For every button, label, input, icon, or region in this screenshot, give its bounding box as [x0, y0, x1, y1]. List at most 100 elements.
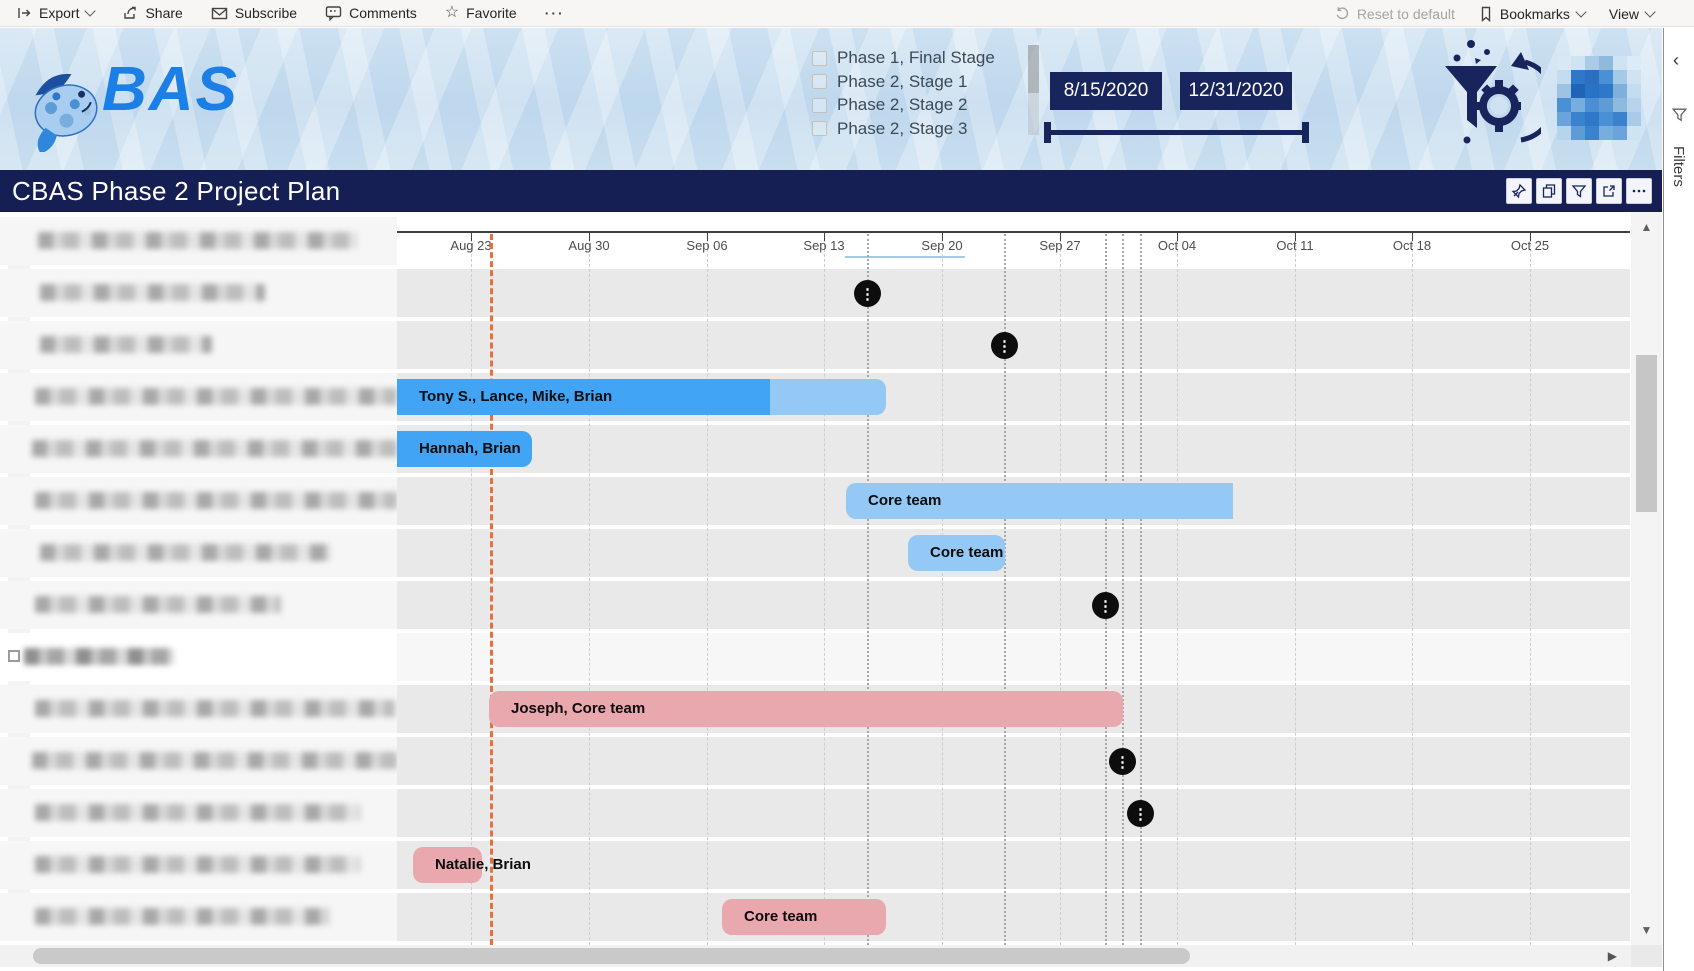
avatar-pixel: [1557, 84, 1571, 98]
legend-row: Phase 2, Stage 2: [812, 95, 967, 115]
task-label-redacted[interactable]: [24, 648, 174, 665]
export-label: Export: [39, 5, 79, 21]
subscribe-label: Subscribe: [235, 5, 297, 21]
task-label-redacted[interactable]: [35, 804, 360, 821]
gantt-bar-label: Core team: [868, 483, 941, 519]
gantt-bar-label: Natalie, Brian: [435, 847, 531, 883]
visual-more-options-button[interactable]: [1626, 178, 1652, 204]
phase-checkbox[interactable]: [812, 74, 827, 89]
filters-pane-collapsed: ‹ Filters: [1663, 28, 1694, 971]
scroll-down-arrow[interactable]: ▼: [1631, 923, 1662, 937]
task-label-redacted[interactable]: [35, 388, 397, 405]
top-toolbar: Export Share Subscribe: [0, 0, 1694, 27]
task-label-redacted[interactable]: [38, 232, 358, 249]
avatar-pixel: [1571, 98, 1585, 112]
gantt-bar-label: Joseph, Core team: [511, 691, 645, 727]
avatar-pixel: [1599, 112, 1613, 126]
copy-icon: [1541, 183, 1557, 199]
focus-mode-button[interactable]: [1596, 178, 1622, 204]
date-range-slider[interactable]: [1046, 130, 1306, 135]
scroll-up-arrow[interactable]: ▲: [1631, 220, 1662, 234]
milestone-guide-line: [1140, 234, 1142, 945]
legend-scrollbar-thumb[interactable]: [1028, 45, 1039, 93]
bookmarks-label: Bookmarks: [1500, 6, 1570, 22]
axis-tick-label: Aug 30: [568, 238, 609, 253]
ellipsis-icon: [1631, 183, 1647, 199]
export-menu[interactable]: Export: [16, 5, 94, 21]
task-label-redacted[interactable]: [32, 440, 397, 457]
reset-to-default-button[interactable]: Reset to default: [1335, 6, 1455, 22]
subscribe-button[interactable]: Subscribe: [211, 5, 297, 21]
phase-checkbox[interactable]: [812, 51, 827, 66]
chart-row-band: [397, 737, 1630, 785]
avatar-pixel: [1627, 70, 1641, 84]
milestone-guide-line: [867, 234, 869, 945]
pin-visual-button[interactable]: [1506, 178, 1532, 204]
task-label-redacted[interactable]: [40, 284, 265, 301]
week-gridline: [1412, 234, 1413, 945]
task-label-redacted[interactable]: [32, 752, 397, 769]
pixelated-avatar: [1557, 56, 1641, 140]
logo-text: BAS: [102, 54, 239, 125]
milestone-icon[interactable]: ⋮: [1109, 748, 1136, 775]
chevron-down-icon: [1644, 6, 1655, 17]
axis-tick-label: Aug 23: [450, 238, 491, 253]
axis-tick-label: Sep 27: [1039, 238, 1080, 253]
horizontal-scrollbar[interactable]: ▶: [0, 945, 1631, 967]
filter-visual-button[interactable]: [1566, 178, 1592, 204]
bookmarks-menu[interactable]: Bookmarks: [1479, 6, 1585, 22]
view-menu[interactable]: View: [1609, 6, 1654, 22]
comments-button[interactable]: Comments: [325, 5, 417, 21]
task-label-redacted[interactable]: [35, 856, 360, 873]
week-gridline: [1060, 234, 1061, 945]
avatar-pixel: [1627, 84, 1641, 98]
share-button[interactable]: Share: [122, 5, 182, 21]
task-label-redacted[interactable]: [35, 908, 330, 925]
chart-row-band: [397, 841, 1630, 889]
today-line: [490, 234, 493, 945]
scroll-right-arrow[interactable]: ▶: [1608, 949, 1617, 963]
legend-scrollbar[interactable]: [1028, 45, 1039, 135]
gantt-bar-label: Tony S., Lance, Mike, Brian: [419, 379, 612, 415]
milestone-icon[interactable]: ⋮: [854, 280, 881, 307]
vertical-scrollbar[interactable]: ▲ ▼: [1631, 212, 1662, 945]
milestone-icon[interactable]: ⋮: [1127, 800, 1154, 827]
timeline-axis: [397, 231, 1630, 233]
phase-checkbox[interactable]: [812, 98, 827, 113]
expand-filters-button[interactable]: ‹: [1673, 50, 1679, 71]
copy-visual-button[interactable]: [1536, 178, 1562, 204]
task-label-redacted[interactable]: [40, 336, 212, 353]
reset-label: Reset to default: [1357, 6, 1455, 22]
milestone-guide-line: [1105, 234, 1107, 945]
milestone-icon[interactable]: ⋮: [991, 332, 1018, 359]
avatar-pixel: [1571, 70, 1585, 84]
avatar-pixel: [1627, 56, 1641, 70]
week-gridline: [471, 234, 472, 945]
start-date-input[interactable]: 8/15/2020: [1050, 72, 1162, 110]
group-expand-icon[interactable]: [8, 650, 20, 662]
favorite-button[interactable]: ☆ Favorite: [445, 5, 517, 21]
task-name-panel: [0, 212, 397, 945]
phase-checkbox-label: Phase 1, Final Stage: [837, 48, 995, 68]
horizontal-scrollbar-thumb[interactable]: [33, 948, 1190, 964]
more-options-button[interactable]: ···: [545, 5, 565, 21]
task-label-redacted[interactable]: [35, 596, 281, 613]
axis-tick-label: Oct 04: [1158, 238, 1196, 253]
vertical-scrollbar-thumb[interactable]: [1636, 355, 1657, 512]
avatar-pixel: [1585, 112, 1599, 126]
week-gridline: [589, 234, 590, 945]
task-label-redacted[interactable]: [40, 544, 330, 561]
chart-row-band: [397, 633, 1630, 681]
slider-handle-left[interactable]: [1044, 122, 1051, 143]
gantt-bar-label: Core team: [744, 899, 817, 935]
avatar-pixel: [1627, 112, 1641, 126]
phase-checkbox[interactable]: [812, 121, 827, 136]
task-label-redacted[interactable]: [35, 492, 397, 509]
axis-tick-label: Sep 13: [803, 238, 844, 253]
task-label-redacted[interactable]: [35, 700, 395, 717]
slider-handle-right[interactable]: [1302, 122, 1309, 143]
ellipsis-icon: ···: [545, 5, 565, 21]
avatar-pixel: [1571, 84, 1585, 98]
end-date-input[interactable]: 12/31/2020: [1180, 72, 1292, 110]
milestone-icon[interactable]: ⋮: [1092, 592, 1119, 619]
